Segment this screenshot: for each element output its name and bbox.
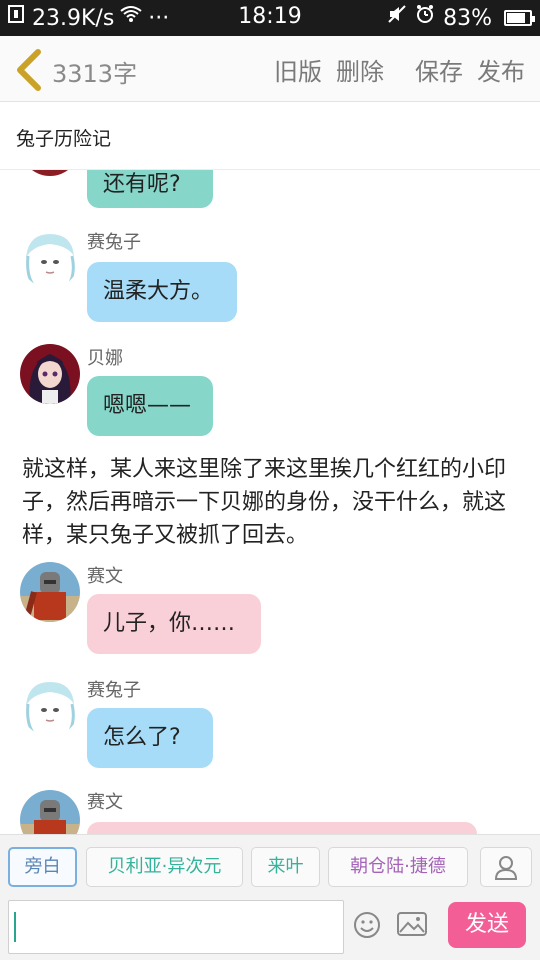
emoji-button[interactable]: [352, 910, 382, 940]
save-button[interactable]: 保存: [415, 52, 463, 87]
speaker-name: 赛兔子: [87, 232, 141, 253]
speaker-name: 赛文: [87, 792, 123, 813]
text-cursor: [14, 912, 16, 942]
story-title: 兔子历险记: [16, 128, 112, 150]
character-chip[interactable]: 来叶: [251, 847, 320, 887]
user-icon: [494, 856, 518, 880]
clock: 18:19: [238, 4, 302, 29]
speaker-name: 赛文: [87, 566, 123, 587]
message-input[interactable]: [8, 900, 344, 954]
character-chip-narrator[interactable]: 旁白: [8, 847, 77, 887]
avatar: [20, 170, 80, 176]
battery-percent: 83%: [443, 5, 492, 31]
chat-area[interactable]: 还有呢? 赛兔子 温柔大方。 贝娜 嗯嗯—— 就这样，某人来这里除了来这里挨几个…: [0, 170, 540, 834]
avatar: [20, 676, 80, 736]
narration-text[interactable]: 就这样，某人来这里除了来这里挨几个红红的小印子，然后再暗示一下贝娜的身份，没干什…: [22, 453, 512, 552]
avatar: [20, 790, 80, 834]
image-button[interactable]: [396, 910, 428, 938]
editor-toolbar: 3313字 旧版 删除 保存 发布: [0, 36, 540, 102]
back-button[interactable]: [12, 48, 48, 92]
battery-icon: [504, 10, 535, 26]
avatar: [20, 228, 80, 288]
image-icon: [397, 912, 427, 936]
add-character-button[interactable]: [480, 847, 532, 887]
message-bubble: 儿子，你……: [87, 594, 261, 654]
speaker-name: 贝娜: [87, 348, 123, 369]
message-bubble: 怎么了?: [87, 708, 213, 768]
message-input-row: 发送: [0, 896, 540, 960]
avatar: [20, 344, 80, 404]
message-bubble: [87, 822, 477, 834]
speaker-name: 赛兔子: [87, 680, 141, 701]
word-count: 3313字: [52, 60, 138, 88]
message-bubble: 还有呢?: [87, 170, 213, 208]
story-title-bar[interactable]: 兔子历险记: [0, 102, 540, 170]
chevron-left-icon: [17, 49, 41, 91]
publish-button[interactable]: 发布: [477, 52, 525, 87]
message-bubble: 嗯嗯——: [87, 376, 213, 436]
smiley-icon: [354, 912, 380, 938]
old-version-button[interactable]: 旧版: [274, 52, 322, 87]
message-bubble: 温柔大方。: [87, 262, 237, 322]
status-bar: 23.9K/s ··· 18:19 83%: [0, 0, 540, 36]
character-selector: 旁白 贝利亚·异次元 来叶 朝仓陆·捷德: [0, 834, 540, 896]
character-chip[interactable]: 贝利亚·异次元: [86, 847, 243, 887]
alarm-icon: [415, 4, 435, 32]
mute-icon: [387, 4, 407, 32]
send-button[interactable]: 发送: [448, 902, 526, 948]
delete-button[interactable]: 删除: [336, 52, 384, 87]
battery-level: [507, 13, 525, 23]
character-chip[interactable]: 朝仓陆·捷德: [328, 847, 468, 887]
avatar: [20, 562, 80, 622]
